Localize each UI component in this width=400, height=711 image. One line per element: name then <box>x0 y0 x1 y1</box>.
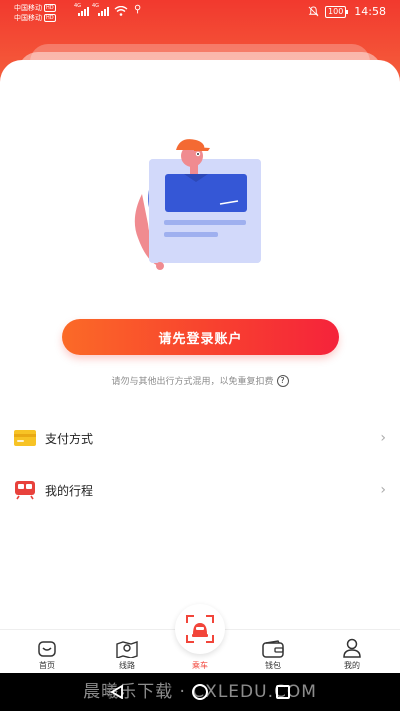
tab-wallet[interactable]: 钱包 <box>243 630 303 674</box>
status-bar: 中国移动 HD 中国移动 HD 4G 4G ⚲ 100 14:58 <box>0 0 400 26</box>
tab-label: 首页 <box>39 661 55 670</box>
signal-icon <box>78 6 89 16</box>
tab-routes[interactable]: 线路 <box>97 630 157 674</box>
menu-item-my-trips[interactable]: 我的行程 › <box>0 470 400 510</box>
carrier-1: 中国移动 <box>14 4 42 12</box>
battery-icon: 100 <box>325 5 349 18</box>
tab-mine[interactable]: 我的 <box>322 630 382 674</box>
scan-ride-icon <box>186 615 214 643</box>
wallet-icon <box>262 640 284 658</box>
hd-badge: HD <box>44 14 56 22</box>
mute-icon <box>308 6 319 17</box>
watermark: 晨曦乐下载 · CXLEDU.COM <box>83 682 317 702</box>
tab-label: 钱包 <box>265 661 281 670</box>
tab-label: 线路 <box>119 661 135 670</box>
card-icon <box>14 430 36 446</box>
wifi-icon <box>114 6 128 16</box>
home-icon <box>38 641 56 657</box>
battery-level: 100 <box>325 5 347 18</box>
login-illustration <box>134 139 261 270</box>
menu-label: 支付方式 <box>45 431 94 446</box>
signal-icon <box>98 6 109 16</box>
notice-text: 请勿与其他出行方式混用，以免重复扣费 <box>111 377 274 387</box>
tab-label: 乘车 <box>192 661 208 670</box>
tab-home[interactable]: 首页 <box>17 630 77 674</box>
chevron-right-icon: › <box>380 482 386 498</box>
carrier-info: 中国移动 HD 中国移动 HD <box>14 3 56 23</box>
mixed-use-notice: 请勿与其他出行方式混用，以免重复扣费 ? <box>0 374 400 387</box>
ride-scan-button[interactable] <box>175 604 225 654</box>
carrier-2: 中国移动 <box>14 14 42 22</box>
menu-label: 我的行程 <box>45 483 94 498</box>
menu-item-payment-method[interactable]: 支付方式 › <box>0 418 400 458</box>
login-button[interactable]: 请先登录账户 <box>62 319 339 355</box>
map-icon <box>116 641 138 658</box>
help-icon[interactable]: ? <box>276 374 289 387</box>
hd-badge: HD <box>44 4 56 12</box>
usb-icon: ⚲ <box>134 4 142 15</box>
status-time: 14:58 <box>354 5 386 18</box>
tab-label: 我的 <box>344 661 360 670</box>
user-icon <box>343 638 361 658</box>
train-icon <box>15 481 35 500</box>
chevron-right-icon: › <box>380 430 386 446</box>
